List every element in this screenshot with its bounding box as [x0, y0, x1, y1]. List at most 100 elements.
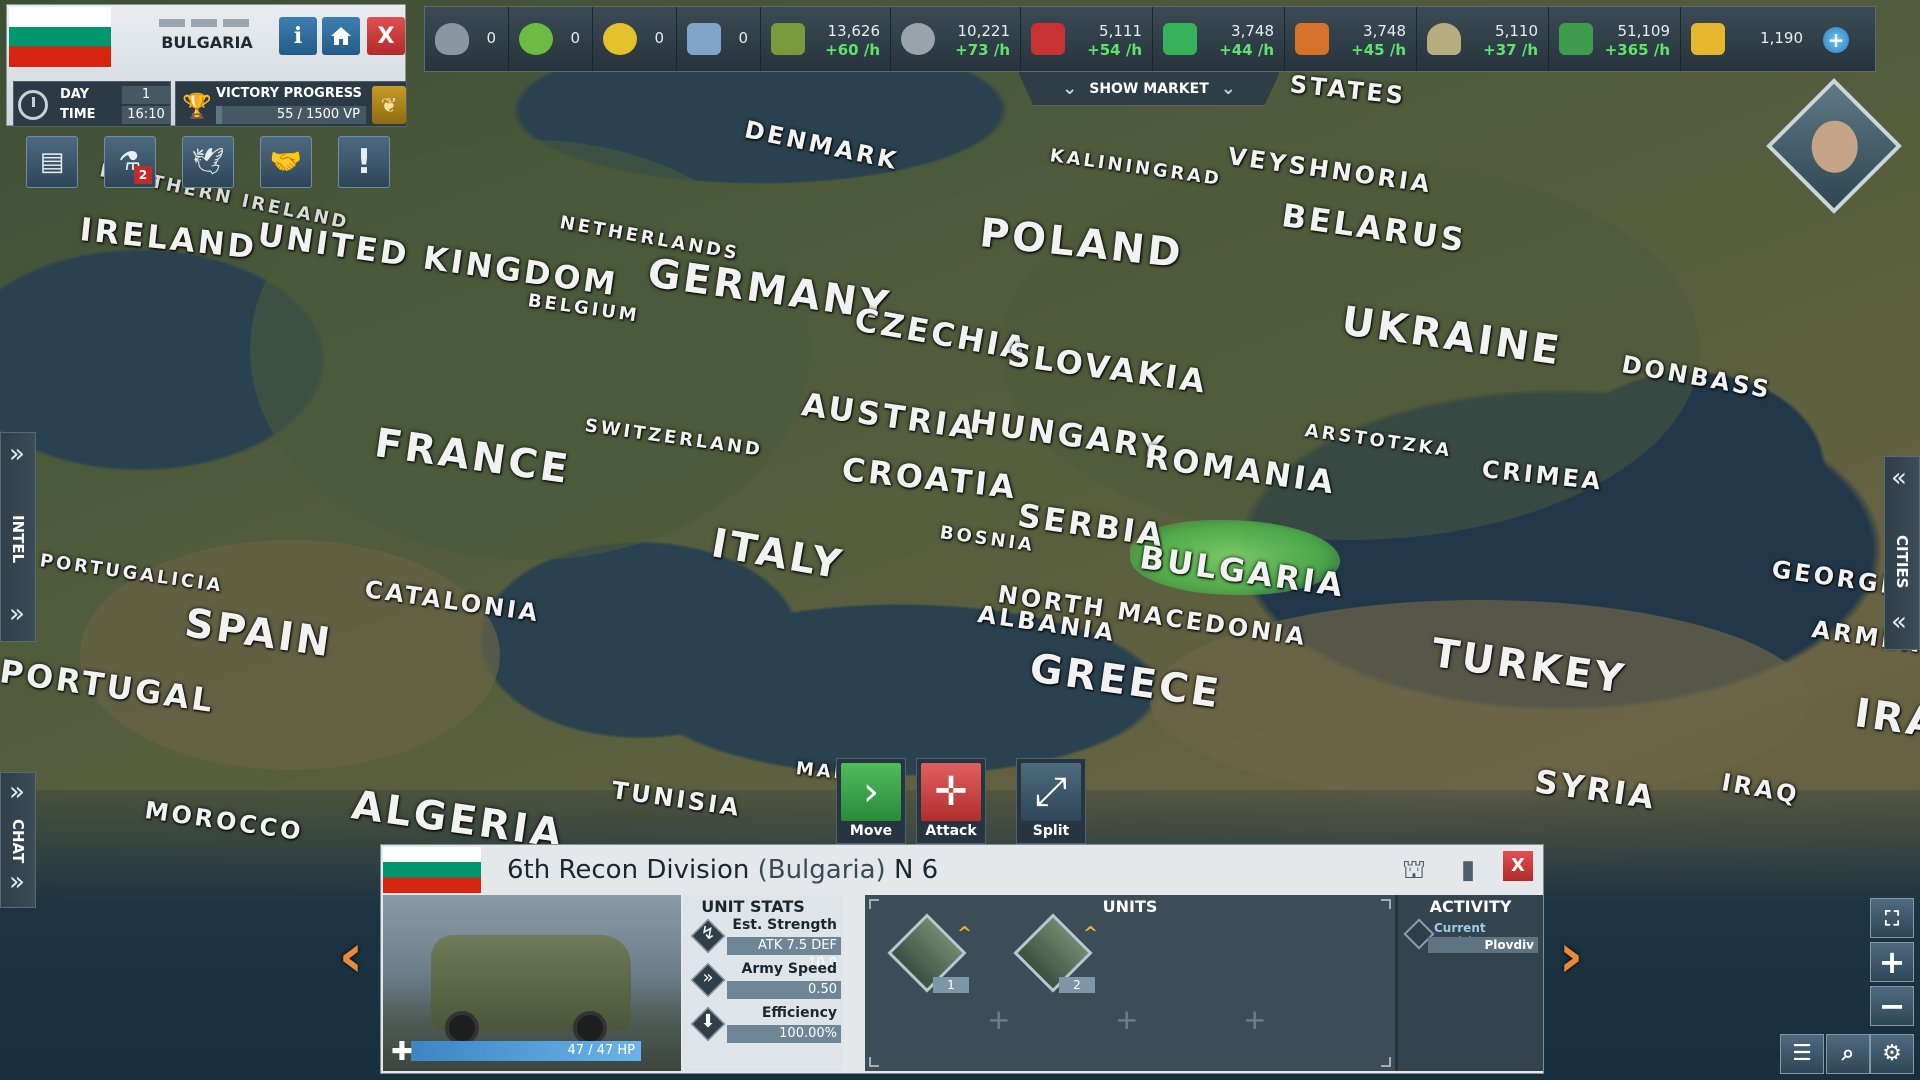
resource-item[interactable]: 5,111 +54 /h	[1021, 7, 1153, 71]
resource-amount: 0	[738, 29, 748, 47]
chevron-left-icon: «	[1891, 463, 1907, 493]
resource-amount: 5,110	[1495, 22, 1538, 40]
wheel	[445, 1011, 479, 1045]
search-button[interactable]: ⌕	[1826, 1034, 1870, 1074]
alert-icon: !	[356, 142, 372, 182]
intel-tab[interactable]: » INTEL »	[0, 432, 36, 642]
minus-icon: −	[1878, 987, 1906, 1025]
resource-rate: +73 /h	[955, 41, 1010, 59]
show-market-button[interactable]: ⌄ SHOW MARKET ⌄	[1018, 72, 1280, 106]
resource-amount: 1,190	[1760, 29, 1803, 47]
show-market-label: SHOW MARKET	[1089, 80, 1209, 97]
settings-button[interactable]: ⚙	[1870, 1034, 1914, 1074]
resource-item[interactable]: 13,626 +60 /h	[761, 7, 891, 71]
home-button[interactable]	[322, 17, 360, 55]
split-button[interactable]: ⤢ Split	[1016, 758, 1086, 844]
rank-chevron-icon: ^	[957, 923, 973, 944]
day-value: 1	[122, 86, 170, 104]
resource-amount: 0	[570, 29, 580, 47]
victory-progress[interactable]: 🏆 VICTORY PROGRESS 55 / 1500 VP ❦	[175, 81, 407, 127]
layers-icon: ☰	[1792, 1041, 1812, 1066]
research-badge: 2	[134, 166, 152, 184]
activity-header: ACTIVITY	[1429, 897, 1512, 916]
unit-image: 47 / 47 HP ✚	[383, 895, 681, 1071]
resource-item-gold[interactable]: 1,190 +	[1681, 7, 1857, 71]
resource-item[interactable]: 0	[677, 7, 761, 71]
diplomacy-button[interactable]: 🕊	[182, 136, 234, 188]
stat-name: Efficiency	[761, 1005, 837, 1021]
fullscreen-button[interactable]: ⛶	[1870, 898, 1914, 938]
info-button[interactable]: i	[279, 17, 317, 55]
home-icon	[331, 27, 351, 45]
newspaper-button[interactable]: ▤	[26, 136, 78, 188]
next-unit-button[interactable]: ›	[1546, 920, 1596, 992]
victory-label: VICTORY PROGRESS	[216, 86, 362, 101]
previous-unit-button[interactable]: ‹	[326, 920, 376, 992]
components-icon	[901, 23, 935, 55]
resource-rate: +60 /h	[825, 41, 880, 59]
resource-item[interactable]: 0	[425, 7, 509, 71]
alerts-button[interactable]: !	[338, 136, 390, 188]
dove-icon: 🕊	[191, 147, 225, 177]
zoom-out-button[interactable]: −	[1870, 986, 1914, 1026]
supplies-icon	[771, 23, 805, 55]
resource-item[interactable]: 3,748 +44 /h	[1153, 7, 1285, 71]
close-country-button[interactable]: X	[367, 17, 405, 55]
unit-stats: UNIT STATS ↯ Est. Strength ATK 7.5 DEF 1…	[683, 895, 843, 1071]
stopwatch-icon	[18, 90, 48, 120]
rank-chevron-icon: ^	[1083, 923, 1099, 944]
wheel	[573, 1011, 607, 1045]
close-label: X	[1511, 855, 1525, 876]
unit-slot[interactable]: ^ 2	[1013, 913, 1101, 999]
resource-amount: 13,626	[827, 22, 881, 40]
resource-rate: +45 /h	[1351, 41, 1406, 59]
speed-icon: »	[702, 967, 714, 988]
resource-item[interactable]: 0	[509, 7, 593, 71]
unit-count: 2	[1059, 977, 1095, 993]
empty-slot-plus-icon[interactable]: +	[1115, 1003, 1138, 1036]
resource-rate: +54 /h	[1087, 41, 1142, 59]
chevron-down-icon: ⌄	[1220, 78, 1236, 99]
map-landmass	[250, 140, 810, 560]
resource-item[interactable]: 5,110 +37 /h	[1417, 7, 1549, 71]
close-unit-panel-button[interactable]: X	[1503, 851, 1533, 881]
chevron-right-icon: »	[9, 599, 25, 629]
add-gold-button[interactable]: +	[1823, 27, 1849, 53]
current-position-value[interactable]: Plovdiv	[1428, 937, 1538, 953]
zoom-in-button[interactable]: +	[1870, 942, 1914, 982]
empty-slot-plus-icon[interactable]: +	[1243, 1003, 1266, 1036]
chevron-right-icon: »	[9, 867, 25, 897]
trophy-icon: 🏆	[182, 92, 212, 120]
units-list: UNITS ^ 1 ^ 2 + + +	[865, 895, 1395, 1071]
resource-bar: 0 0 0 0 13,626 +60 /h 10,221 +73 /h 5,11…	[424, 6, 1876, 72]
fortress-icon: ⛫	[1402, 855, 1426, 885]
units-header: UNITS	[1102, 897, 1158, 916]
medic-icon: ✚	[391, 1037, 413, 1067]
resource-rate: +365 /h	[1604, 41, 1670, 59]
move-button[interactable]: › Move	[836, 758, 906, 844]
chat-tab[interactable]: » CHAT »	[0, 772, 36, 908]
resource-item[interactable]: 0	[593, 7, 677, 71]
manpower-helmet-icon	[1427, 23, 1461, 55]
unit-title: 6th Recon Division (Bulgaria) N 6	[507, 855, 938, 885]
statistics-button[interactable]: ▮	[1451, 855, 1485, 889]
plus-icon: +	[1827, 28, 1845, 52]
time-value: 16:10	[122, 106, 170, 124]
resource-item[interactable]: 3,748 +45 /h	[1285, 7, 1417, 71]
resource-item[interactable]: 10,221 +73 /h	[891, 7, 1021, 71]
attack-button[interactable]: ✛ Attack	[916, 758, 986, 844]
radiation-icon	[603, 23, 637, 55]
trade-button[interactable]: 🤝	[260, 136, 312, 188]
manpower-icon	[435, 23, 469, 55]
victory-progress-bar: 55 / 1500 VP	[216, 106, 366, 124]
layers-button[interactable]: ☰	[1780, 1034, 1824, 1074]
empty-slot-plus-icon[interactable]: +	[987, 1003, 1010, 1036]
resource-item[interactable]: 51,109 +365 /h	[1549, 7, 1681, 71]
attack-label: Attack	[925, 823, 977, 839]
laurel-icon[interactable]: ❦	[372, 86, 406, 124]
hp-text: 47 / 47 HP	[567, 1043, 635, 1058]
garrison-button[interactable]: ⛫	[1397, 855, 1431, 889]
money-icon	[1559, 23, 1593, 55]
unit-slot[interactable]: ^ 1	[887, 913, 975, 999]
cities-tab[interactable]: « CITIES «	[1884, 456, 1920, 650]
